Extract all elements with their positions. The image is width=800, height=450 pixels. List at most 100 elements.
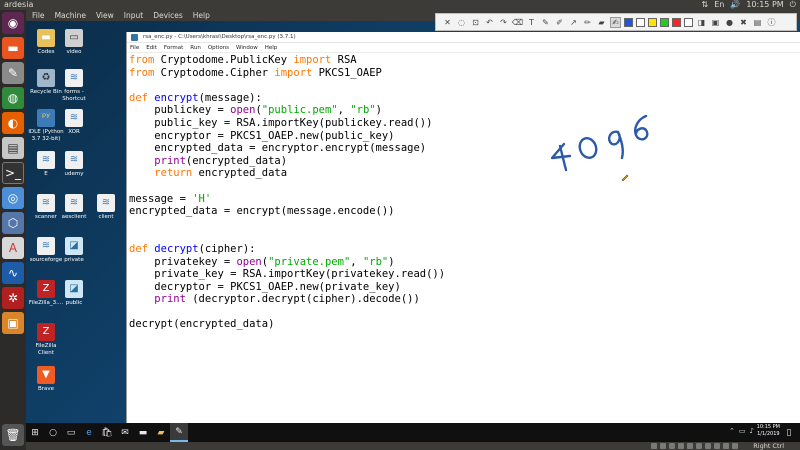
volume-icon[interactable]: ♪ <box>750 427 754 435</box>
software-center-icon[interactable]: A <box>2 237 24 259</box>
highlighter-icon[interactable]: ✐ <box>554 17 565 28</box>
virtualbox-icon[interactable]: ⬡ <box>2 212 24 234</box>
power-icon[interactable]: ⏻ <box>790 0 796 10</box>
archive-icon[interactable]: ▣ <box>2 312 24 334</box>
desktop-icon-filezilla-client[interactable]: Z FileZilla Client <box>28 323 64 356</box>
arrow-tool-icon[interactable]: ↗ <box>568 17 579 28</box>
editor-menu-window[interactable]: Window <box>236 43 258 52</box>
pointer-icon[interactable]: ◌ <box>456 17 467 28</box>
edge-icon[interactable]: e <box>80 423 98 442</box>
code-text-area[interactable]: from Cryptodome.PublicKey import RSA from… <box>129 54 445 331</box>
screenshot-icon[interactable]: ▣ <box>710 17 721 28</box>
display-icon[interactable] <box>705 443 711 449</box>
color-swatch-custom-1[interactable] <box>684 17 693 27</box>
delete-icon[interactable]: ✖ <box>738 17 749 28</box>
volume-icon[interactable]: 🔊 <box>730 0 740 10</box>
filezilla-icon: Z <box>37 323 55 341</box>
chrome-icon[interactable]: ◍ <box>2 87 24 109</box>
ubuntu-logo-icon[interactable]: ◉ <box>2 12 24 34</box>
wireshark-icon[interactable]: ∿ <box>2 262 24 284</box>
text-tool-icon[interactable]: T <box>526 17 537 28</box>
color-swatch-blue[interactable] <box>624 17 633 27</box>
taskbar-clock[interactable]: 10:15 PM 1/1/2019 <box>757 424 780 438</box>
color-swatch-white[interactable] <box>636 17 645 27</box>
notifications-icon[interactable]: ▯ <box>780 423 798 442</box>
text-editor-icon[interactable]: ✎ <box>2 62 24 84</box>
pen-tool-icon[interactable]: ✎ <box>540 17 551 28</box>
editor-menu-format[interactable]: Format <box>164 43 183 52</box>
redo-icon[interactable]: ↷ <box>498 17 509 28</box>
terminal-icon[interactable]: >_ <box>2 162 24 184</box>
editor-menu-help[interactable]: Help <box>265 43 278 52</box>
menu-devices[interactable]: Devices <box>153 10 183 21</box>
color-swatch-green[interactable] <box>660 17 669 27</box>
host-name: ardesia <box>4 0 34 9</box>
desktop-icon-xor[interactable]: ≋ XOR <box>56 109 92 136</box>
cmd-icon[interactable]: ▬ <box>134 423 152 442</box>
files-icon[interactable]: ▬ <box>2 37 24 59</box>
desktop-icon-public[interactable]: ◪ public <box>56 280 92 307</box>
desktop-icon-forms-shortcut[interactable]: ≋ forms - Shortcut <box>56 69 92 102</box>
network-adapter-icon[interactable] <box>678 443 684 449</box>
python-icon: ᵖʸ <box>37 109 55 127</box>
editor-menu-file[interactable]: File <box>130 43 139 52</box>
record-icon[interactable]: ● <box>724 17 735 28</box>
brave-icon: ▼ <box>37 366 55 384</box>
close-icon[interactable]: ✕ <box>442 17 453 28</box>
desktop-icon-brave[interactable]: ▼ Brave <box>28 366 64 393</box>
documents-icon[interactable]: ▤ <box>2 137 24 159</box>
keyboard-layout-indicator[interactable]: En <box>714 0 724 10</box>
search-icon[interactable]: ○ <box>44 423 62 442</box>
store-icon[interactable]: 🛍 <box>98 423 116 442</box>
hdd-icon[interactable] <box>651 443 657 449</box>
mouse-integration-icon[interactable] <box>732 443 738 449</box>
menu-help[interactable]: Help <box>193 10 210 21</box>
menu-view[interactable]: View <box>96 10 114 21</box>
color-swatch-yellow[interactable] <box>648 17 657 27</box>
clock[interactable]: 10:15 PM <box>746 0 783 10</box>
selected-pen-icon[interactable]: ✍ <box>610 16 621 28</box>
desktop-icon-video[interactable]: ▭ video <box>56 29 92 56</box>
menu-input[interactable]: Input <box>124 10 143 21</box>
network-icon[interactable]: ▭ <box>739 427 746 435</box>
eraser-icon[interactable]: ⌫ <box>512 17 523 28</box>
undo-icon[interactable]: ↶ <box>484 17 495 28</box>
save-icon[interactable]: ▤ <box>752 17 763 28</box>
desktop-icon-client[interactable]: ≋ client <box>88 194 124 221</box>
marker-tool-icon[interactable]: ▰ <box>596 17 607 28</box>
mail-icon[interactable]: ✉ <box>116 423 134 442</box>
editor-menu-run[interactable]: Run <box>190 43 201 52</box>
editor-menu-options[interactable]: Options <box>208 43 229 52</box>
task-view-icon[interactable]: ▭ <box>62 423 80 442</box>
color-picker-icon[interactable]: ◨ <box>696 17 707 28</box>
usb-icon[interactable] <box>687 443 693 449</box>
recording-icon[interactable] <box>714 443 720 449</box>
python-file-icon: ≋ <box>65 194 83 212</box>
idle-taskbar-icon[interactable]: ✎ <box>170 423 188 442</box>
optical-drive-icon[interactable] <box>660 443 666 449</box>
cpu-icon[interactable] <box>723 443 729 449</box>
color-swatch-red[interactable] <box>672 17 681 27</box>
desktop-icon-private[interactable]: ◪ private <box>56 237 92 264</box>
audio-icon[interactable] <box>669 443 675 449</box>
show-hidden-icon[interactable]: ⌃ <box>729 427 735 435</box>
firefox-icon[interactable]: ◐ <box>2 112 24 134</box>
chromium-icon[interactable]: ◎ <box>2 187 24 209</box>
editor-menu-edit[interactable]: Edit <box>146 43 157 52</box>
trash-icon[interactable]: 🗑 <box>2 424 24 446</box>
pencil-tool-icon[interactable]: ✏ <box>582 17 593 28</box>
shared-folder-icon[interactable] <box>696 443 702 449</box>
info-icon[interactable]: ⓘ <box>766 17 777 28</box>
menu-file[interactable]: File <box>32 10 45 21</box>
network-icon[interactable]: ⇅ <box>702 0 709 10</box>
windows-start-icon[interactable]: ⊞ <box>26 423 44 442</box>
settings-icon[interactable]: ✲ <box>2 287 24 309</box>
lock-icon[interactable]: ⊡ <box>470 17 481 28</box>
file-explorer-icon[interactable]: ▰ <box>152 423 170 442</box>
menu-machine[interactable]: Machine <box>55 10 86 21</box>
python-file-icon: ≋ <box>65 109 83 127</box>
desktop-icon-udemy[interactable]: ≋ udemy <box>56 151 92 178</box>
desktop-icon-aesclient[interactable]: ≋ aesclient <box>56 194 92 221</box>
